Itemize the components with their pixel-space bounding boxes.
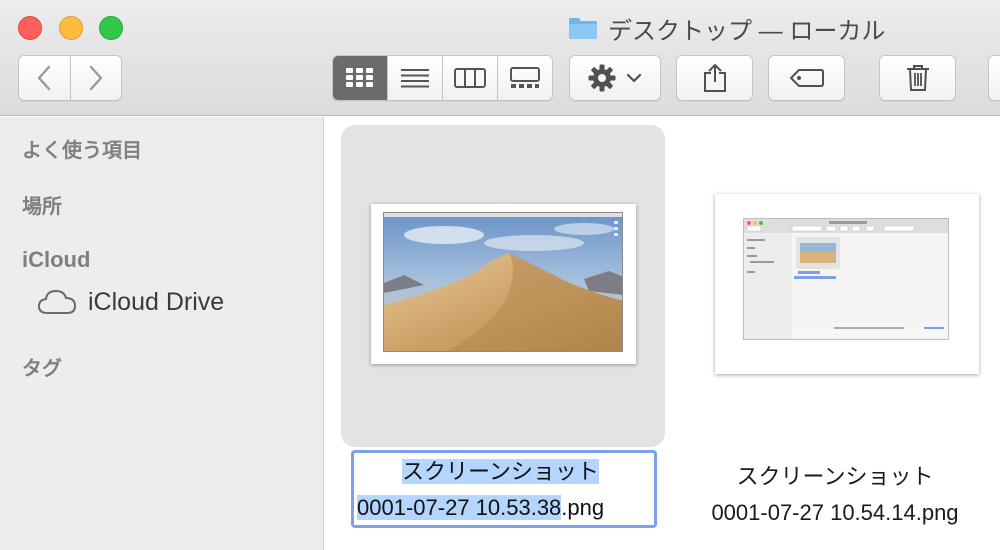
delete-button[interactable] — [879, 55, 956, 101]
columns-icon — [454, 68, 486, 88]
icon-view-button[interactable] — [333, 56, 387, 100]
list-view-button[interactable] — [387, 56, 442, 100]
sidebar-item-label: iCloud Drive — [88, 287, 225, 316]
filename-label[interactable]: スクリーンショット 0001-07-27 10.54.14.png — [670, 459, 1000, 531]
window-title: デスクトップ — ローカル — [568, 12, 886, 45]
sidebar-heading-icloud[interactable]: iCloud — [22, 247, 90, 273]
filename-extension: .png — [561, 495, 605, 520]
sidebar: よく使う項目 場所 iCloud iCloud Drive タグ — [0, 117, 324, 550]
gallery-view-button[interactable] — [497, 56, 552, 100]
sidebar-item-icloud-drive[interactable]: iCloud Drive — [38, 285, 224, 319]
sidebar-heading-tags[interactable]: タグ — [22, 352, 62, 381]
view-switcher — [332, 55, 553, 101]
file-thumbnail[interactable] — [371, 204, 636, 364]
filename-line2: 0001-07-27 10.54.14.png — [711, 500, 959, 525]
trash-icon — [906, 65, 929, 91]
navigation-buttons — [18, 55, 122, 101]
desert-wallpaper-image — [383, 212, 623, 352]
close-window-button[interactable] — [18, 16, 42, 40]
forward-button[interactable] — [69, 56, 121, 100]
folder-icon — [568, 16, 598, 40]
finder-screenshot-thumbnail-image — [743, 218, 949, 340]
window-title-text: デスクトップ — ローカル — [608, 17, 886, 45]
window-toolbar: デスクトップ — ローカル — [0, 0, 1000, 116]
zoom-window-button[interactable] — [99, 16, 123, 40]
action-menu-button[interactable] — [569, 55, 661, 101]
toolbar-overflow-button[interactable] — [988, 55, 1000, 101]
cloud-icon — [38, 289, 76, 314]
share-button[interactable] — [676, 55, 753, 101]
share-icon — [703, 64, 726, 92]
filename-line1: スクリーンショット — [736, 464, 934, 489]
column-view-button[interactable] — [442, 56, 497, 100]
filename-line2-selected: 0001-07-27 10.53.38 — [357, 495, 562, 520]
minimize-window-button[interactable] — [59, 16, 83, 40]
file-browser: スクリーンショット 0001-07-27 10.53.38.png スクリーンシ… — [325, 117, 1000, 550]
list-lines-icon — [401, 69, 429, 88]
tag-icon — [789, 69, 824, 87]
file-thumbnail[interactable] — [715, 194, 979, 374]
chevron-right-icon — [89, 65, 103, 91]
filename-rename-field[interactable]: スクリーンショット 0001-07-27 10.53.38.png — [351, 450, 657, 528]
tag-button[interactable] — [768, 55, 845, 101]
back-button[interactable] — [19, 56, 70, 100]
filename-line1-selected: スクリーンショット — [402, 459, 599, 484]
icon-grid-icon — [346, 68, 373, 87]
sidebar-heading-favorites[interactable]: よく使う項目 — [22, 134, 142, 163]
gallery-icon — [510, 67, 540, 88]
gear-icon — [588, 64, 616, 92]
chevron-left-icon — [38, 65, 51, 91]
sidebar-heading-locations[interactable]: 場所 — [22, 190, 62, 219]
chevron-down-icon — [626, 73, 642, 83]
